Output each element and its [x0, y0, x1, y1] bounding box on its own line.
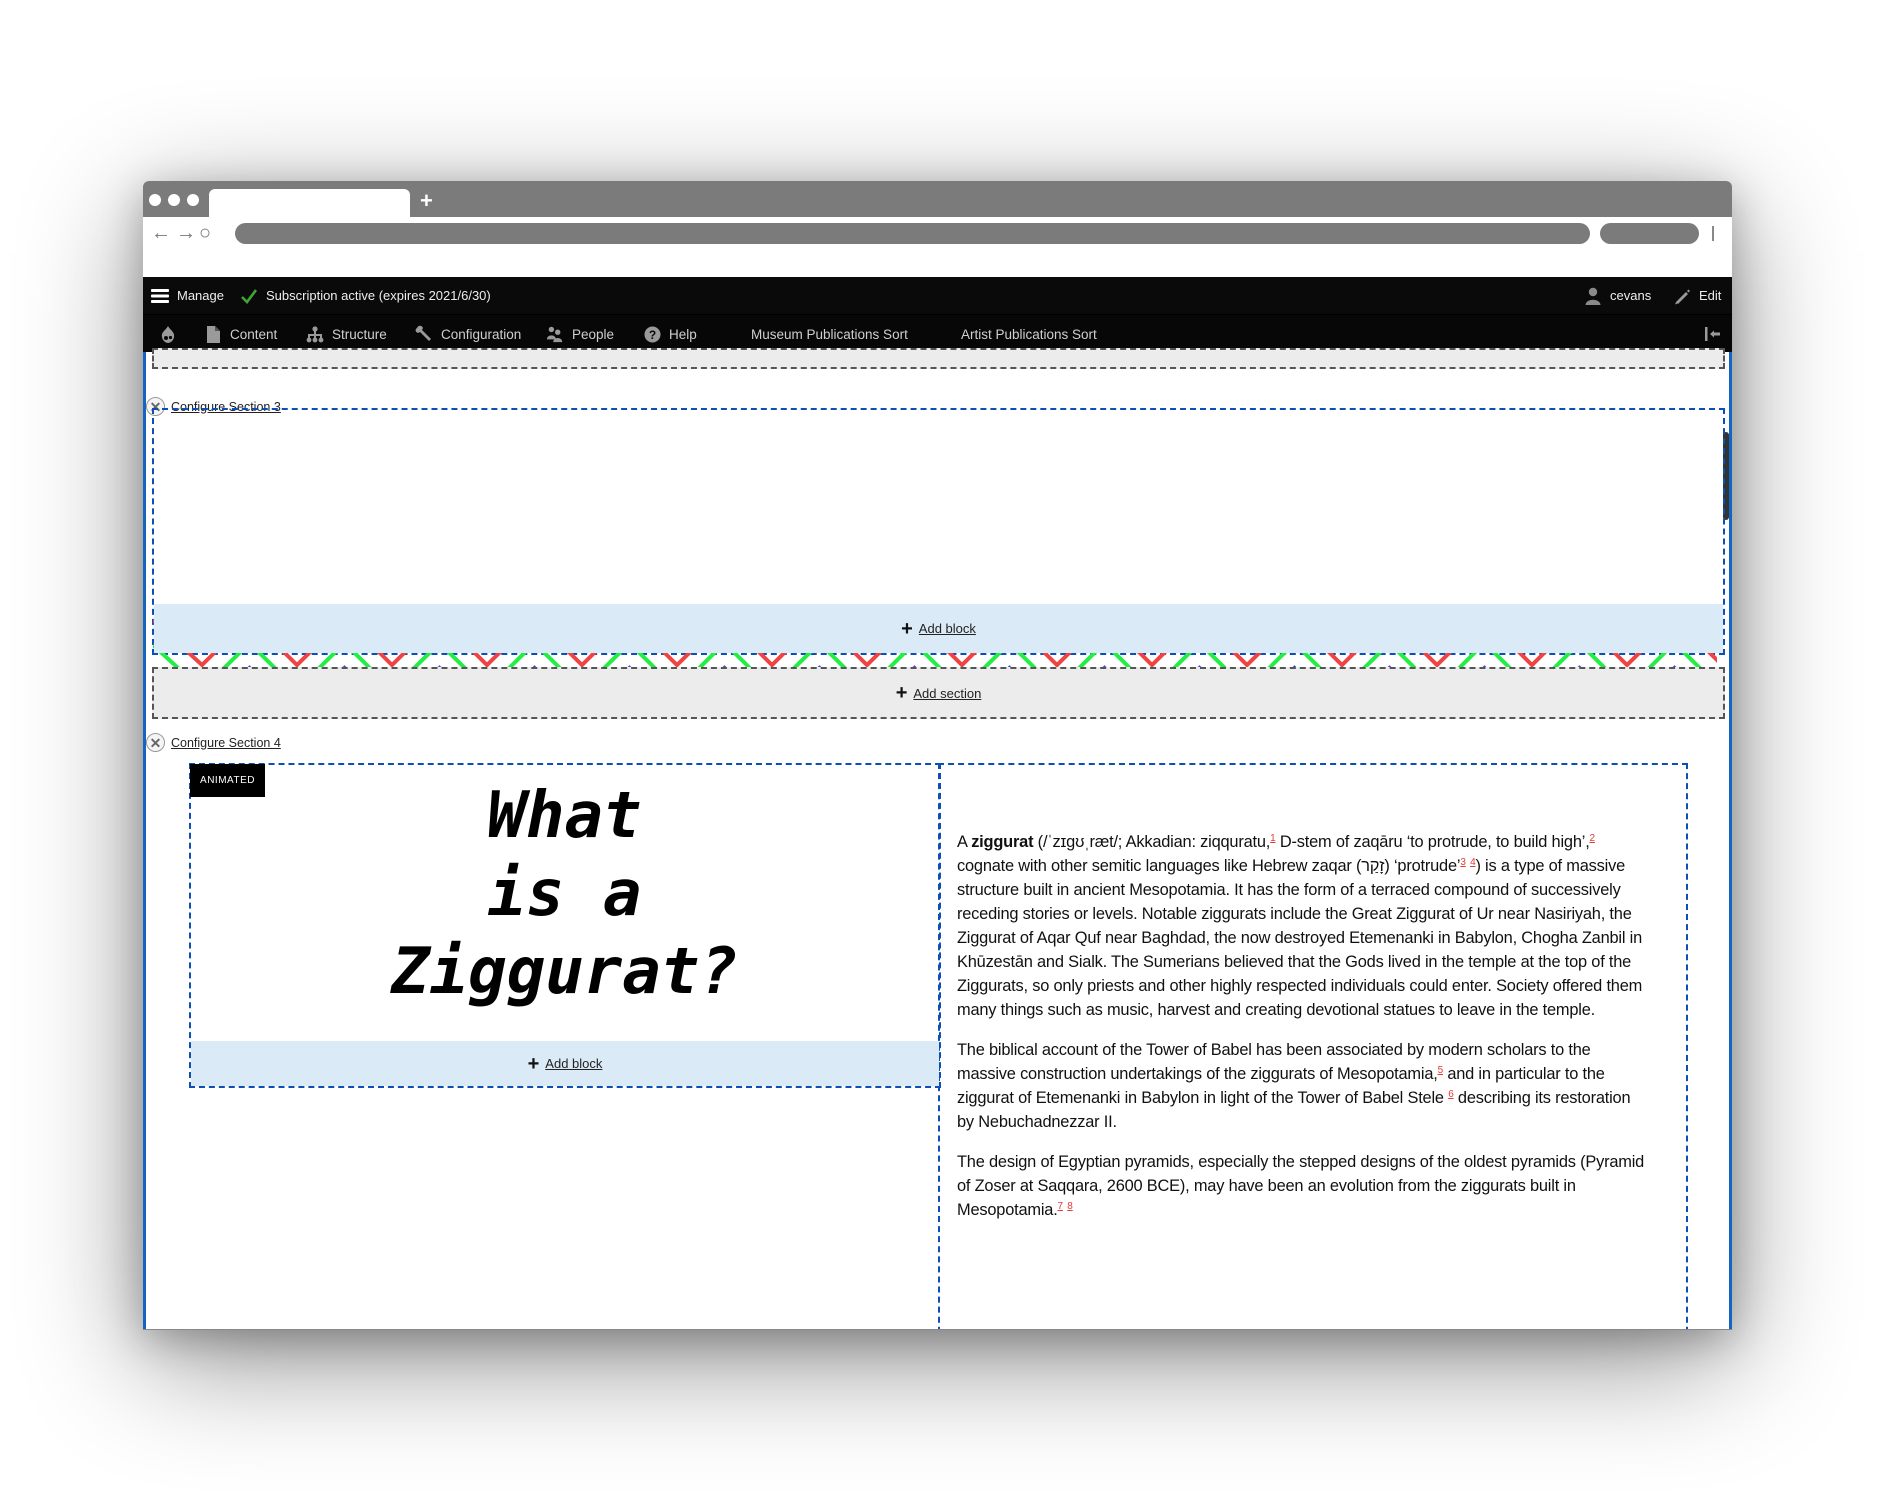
ziggurat-body-text: A ziggurat (/ˈzɪɡʊˌræt/; Akkadian: ziqqu…: [957, 830, 1645, 1238]
add-block-link[interactable]: Add block: [919, 621, 976, 636]
user-menu[interactable]: cevans: [1584, 277, 1651, 314]
menu-item-label: Structure: [332, 326, 387, 342]
subscription-status: Subscription active (expires 2021/6/30): [240, 277, 491, 314]
window-dot-icon[interactable]: [149, 194, 161, 206]
footnote-link[interactable]: 2: [1590, 833, 1596, 844]
svg-text:?: ?: [648, 328, 655, 342]
previous-add-section-box: [152, 348, 1725, 369]
paragraph-2: The biblical account of the Tower of Bab…: [957, 1041, 1631, 1131]
subscription-text: Subscription active (expires 2021/6/30): [266, 288, 491, 303]
menu-item-label: Artist Publications Sort: [961, 326, 1097, 342]
browser-tab-bar: +: [143, 181, 1732, 219]
plus-icon: +: [895, 682, 908, 704]
user-icon: [1584, 287, 1602, 305]
paragraph-1: A ziggurat (/ˈzɪɡʊˌræt/; Akkadian: ziqqu…: [957, 833, 1643, 1019]
checkmark-icon: [240, 287, 258, 305]
canvas-right-border: [1729, 352, 1732, 1329]
footnote-link[interactable]: 8: [1067, 1201, 1073, 1212]
menu-item-label: Help: [669, 326, 697, 342]
edit-button[interactable]: Edit: [1673, 277, 1721, 314]
window-dot-icon[interactable]: [168, 194, 180, 206]
address-bar[interactable]: [235, 223, 1590, 244]
heading-line: Ziggurat?: [391, 935, 738, 1009]
add-block-link[interactable]: Add block: [545, 1056, 602, 1071]
heading-line: What: [487, 779, 642, 853]
heading-line: is a: [487, 857, 642, 931]
window-dot-icon[interactable]: [187, 194, 199, 206]
section4-config: ✕ Configure Section 4: [146, 733, 281, 752]
menu-item-label: Configuration: [441, 326, 522, 342]
section3-add-block[interactable]: + Add block: [154, 604, 1723, 653]
section4-add-block[interactable]: + Add block: [191, 1041, 939, 1086]
document-icon: [204, 325, 222, 343]
plus-icon: +: [901, 617, 913, 640]
menu-divider: [1712, 226, 1714, 241]
menu-item-label: Museum Publications Sort: [751, 326, 908, 342]
new-tab-button[interactable]: +: [420, 187, 433, 215]
paragraph-3: The design of Egyptian pyramids, especia…: [957, 1153, 1645, 1219]
add-section-button[interactable]: + Add section: [152, 667, 1725, 719]
browser-tab[interactable]: [209, 189, 410, 219]
browser-window: + ← → ○ Manage Subscription active (expi…: [143, 181, 1732, 1330]
canvas-left-border: [143, 352, 146, 1329]
term-ziggurat: ziggurat: [971, 833, 1034, 851]
remove-section-icon[interactable]: ✕: [146, 733, 165, 752]
edit-label: Edit: [1699, 288, 1722, 303]
user-name: cevans: [1610, 288, 1652, 303]
layout-builder-canvas: ✕ Configure Section 3 + Add block + Add …: [143, 348, 1732, 1329]
manage-label: Manage: [177, 288, 224, 303]
footnote-link[interactable]: 3: [1460, 857, 1466, 868]
plus-icon: +: [527, 1052, 540, 1075]
pencil-icon: [1673, 287, 1691, 305]
ziggurat-heading: What is a Ziggurat?: [190, 777, 939, 1011]
manage-button[interactable]: Manage: [151, 277, 224, 314]
admin-toolbar: Manage Subscription active (expires 2021…: [143, 277, 1732, 314]
search-bar[interactable]: [1600, 223, 1699, 244]
footnote-link[interactable]: 7: [1058, 1201, 1064, 1212]
configure-section4-link[interactable]: Configure Section 4: [171, 736, 281, 750]
back-arrow-icon[interactable]: ←: [151, 221, 171, 245]
add-section-link[interactable]: Add section: [913, 686, 981, 701]
drupal-drop-icon: [159, 325, 177, 343]
hamburger-icon: [151, 287, 169, 305]
browser-nav-row: ← → ○: [143, 217, 1732, 277]
menu-item-label: Content: [230, 326, 278, 342]
menu-item-label: People: [572, 326, 615, 342]
collapse-arrow-icon: [1704, 325, 1722, 343]
forward-arrow-icon[interactable]: →: [176, 221, 196, 245]
people-icon: [546, 325, 564, 343]
help-icon: ?: [643, 325, 661, 343]
reload-icon[interactable]: ○: [199, 221, 211, 245]
structure-icon: [306, 325, 324, 343]
wrench-icon: [415, 325, 433, 343]
